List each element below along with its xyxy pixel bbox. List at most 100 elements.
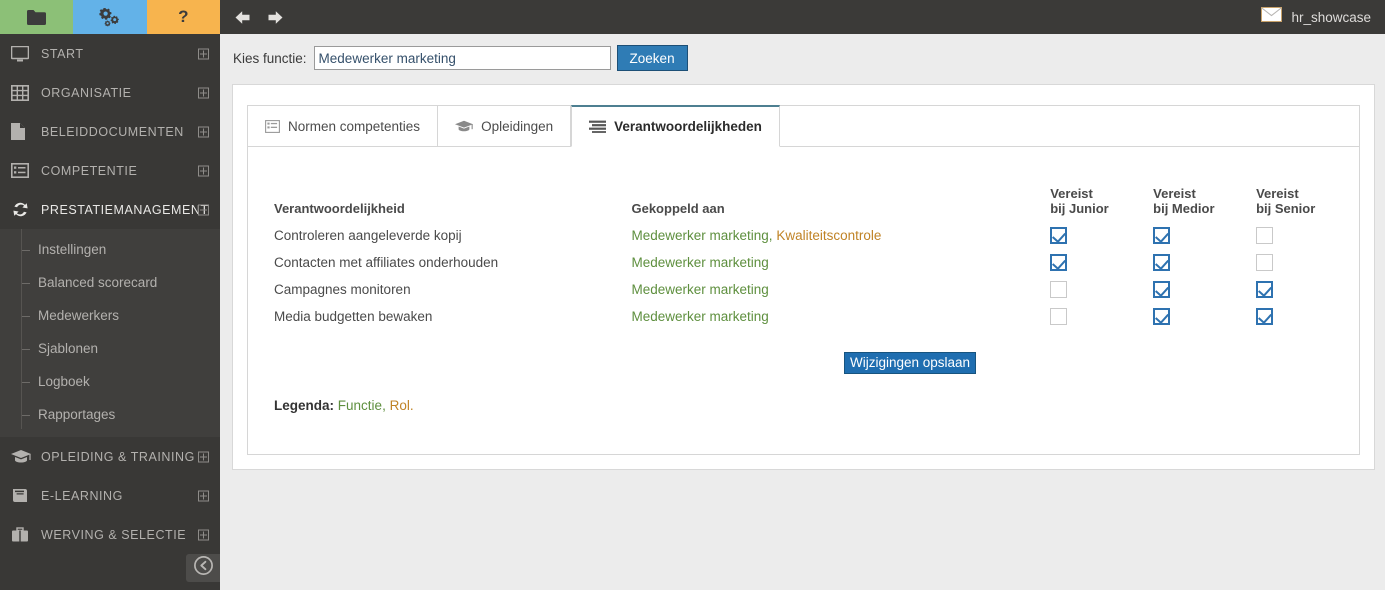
table-row: Contacten met affiliates onderhouden Mede… bbox=[248, 249, 1359, 276]
linked-functie[interactable]: Medewerker marketing bbox=[631, 282, 768, 297]
sidebar-item-label: COMPETENTIE bbox=[41, 163, 138, 178]
save-changes-button[interactable]: Wijzigingen opslaan bbox=[844, 352, 977, 374]
cell-junior bbox=[1050, 303, 1153, 330]
cell-responsibility: Media budgetten bewaken bbox=[274, 309, 433, 324]
sidebar-item-start[interactable]: START bbox=[0, 34, 220, 73]
linked-functie[interactable]: Medewerker marketing bbox=[631, 255, 768, 270]
kies-functie-label: Kies functie: bbox=[233, 50, 307, 66]
arrow-left-icon[interactable] bbox=[234, 10, 254, 25]
cell-senior bbox=[1256, 276, 1359, 303]
expand-icon[interactable] bbox=[198, 451, 209, 462]
graduation-icon bbox=[11, 446, 37, 468]
sidebar-item-beleiddocumenten[interactable]: BELEIDDOCUMENTEN bbox=[0, 112, 220, 151]
sidebar-subitem-instellingen[interactable]: Instellingen bbox=[0, 233, 220, 266]
sidebar-item-label: WERVING & SELECTIE bbox=[41, 527, 187, 542]
quick-button-help[interactable]: ? bbox=[146, 0, 220, 34]
cell-medior bbox=[1153, 222, 1256, 249]
sidebar-subitem-medewerkers[interactable]: Medewerkers bbox=[0, 299, 220, 332]
topbar: hr_showcase bbox=[220, 0, 1385, 34]
arrow-right-icon[interactable] bbox=[264, 10, 284, 25]
sidebar-subitem-label: Medewerkers bbox=[38, 308, 120, 323]
content-card: Normen competenties Opleidingen Verantwo… bbox=[232, 84, 1375, 470]
quick-button-folder[interactable] bbox=[0, 0, 74, 34]
legend: Legenda: Functie, Rol. bbox=[248, 374, 1359, 413]
col-header-junior-line2: bij Junior bbox=[1050, 201, 1109, 216]
tab-normen-competenties[interactable]: Normen competenties bbox=[248, 106, 439, 146]
tab-strip: Normen competenties Opleidingen Verantwo… bbox=[248, 105, 1359, 147]
sidebar-subitem-label: Instellingen bbox=[38, 242, 107, 257]
table-row: Campagnes monitoren Medewerker marketing bbox=[248, 276, 1359, 303]
col-header-senior: Vereist bij Senior bbox=[1256, 147, 1359, 222]
collapse-left-icon bbox=[193, 556, 213, 580]
sidebar-collapse-button[interactable] bbox=[186, 554, 220, 582]
legend-separator: , bbox=[382, 398, 390, 413]
sidebar-submenu: Instellingen Balanced scorecard Medewerk… bbox=[0, 229, 220, 437]
cell-responsibility: Contacten met affiliates onderhouden bbox=[274, 255, 499, 270]
cell-senior bbox=[1256, 303, 1359, 330]
col-header-responsibility: Verantwoordelijkheid bbox=[274, 201, 405, 216]
sidebar-subitem-logboek[interactable]: Logboek bbox=[0, 365, 220, 398]
sidebar-subitem-rapportages[interactable]: Rapportages bbox=[0, 398, 220, 431]
checkbox-medior[interactable] bbox=[1153, 281, 1171, 298]
grid-icon bbox=[11, 82, 37, 104]
quick-button-settings[interactable] bbox=[73, 0, 147, 34]
tab-panel: Normen competenties Opleidingen Verantwo… bbox=[247, 105, 1360, 455]
sidebar-item-competentie[interactable]: COMPETENTIE bbox=[0, 151, 220, 190]
list-lines-icon bbox=[265, 119, 280, 133]
checkbox-medior[interactable] bbox=[1153, 308, 1171, 325]
sidebar-item-label: OPLEIDING & TRAINING bbox=[41, 449, 195, 464]
legend-title: Legenda: bbox=[274, 398, 335, 413]
linked-rol[interactable]: Kwaliteitscontrole bbox=[776, 228, 881, 243]
envelope-icon[interactable] bbox=[1261, 7, 1283, 27]
legend-end: . bbox=[409, 398, 414, 413]
checkbox-junior[interactable] bbox=[1050, 254, 1068, 271]
sidebar-item-prestatiemanagement[interactable]: PRESTATIEMANAGEMENT bbox=[0, 190, 220, 229]
table-row: Controleren aangeleverde kopij Medewerker… bbox=[248, 222, 1359, 249]
sidebar-subitem-balanced-scorecard[interactable]: Balanced scorecard bbox=[0, 266, 220, 299]
zoeken-button[interactable]: Zoeken bbox=[616, 45, 688, 71]
sidebar-item-organisatie[interactable]: ORGANISATIE bbox=[0, 73, 220, 112]
checkbox-junior[interactable] bbox=[1050, 281, 1068, 298]
checkbox-senior[interactable] bbox=[1256, 308, 1274, 325]
linked-functie[interactable]: Medewerker marketing bbox=[631, 309, 768, 324]
help-icon: ? bbox=[178, 7, 189, 26]
checkbox-senior[interactable] bbox=[1256, 254, 1274, 271]
sidebar-subitem-label: Sjablonen bbox=[38, 341, 99, 356]
checkbox-senior[interactable] bbox=[1256, 281, 1274, 298]
sidebar-item-werving-selectie[interactable]: WERVING & SELECTIE bbox=[0, 515, 220, 554]
cell-senior bbox=[1256, 249, 1359, 276]
col-header-senior-line2: bij Senior bbox=[1256, 201, 1316, 216]
expand-icon[interactable] bbox=[198, 87, 209, 98]
topbar-user-area: hr_showcase bbox=[1261, 7, 1385, 27]
cell-linked: Medewerker marketing bbox=[631, 249, 1050, 276]
briefcase-icon bbox=[11, 524, 37, 546]
cell-junior bbox=[1050, 222, 1153, 249]
sidebar-subitem-sjablonen[interactable]: Sjablonen bbox=[0, 332, 220, 365]
sidebar: ? START ORGANISATIE BELEIDDOCUMENTEN COM… bbox=[0, 0, 220, 590]
tab-opleidingen[interactable]: Opleidingen bbox=[438, 106, 572, 146]
hamburger-bars-icon bbox=[589, 120, 607, 133]
checkbox-medior[interactable] bbox=[1153, 227, 1171, 244]
sidebar-item-opleiding-training[interactable]: OPLEIDING & TRAINING bbox=[0, 437, 220, 476]
expand-icon[interactable] bbox=[198, 126, 209, 137]
linked-functie[interactable]: Medewerker marketing bbox=[631, 228, 768, 243]
functie-search-input[interactable] bbox=[313, 46, 611, 70]
expand-icon[interactable] bbox=[198, 165, 209, 176]
checkbox-medior[interactable] bbox=[1153, 254, 1171, 271]
sidebar-item-label: PRESTATIEMANAGEMENT bbox=[41, 202, 209, 217]
graduation-icon bbox=[455, 120, 474, 133]
book-icon bbox=[11, 485, 37, 507]
checkbox-senior[interactable] bbox=[1256, 227, 1274, 244]
expand-icon[interactable] bbox=[198, 48, 209, 59]
sidebar-subitem-label: Logboek bbox=[38, 374, 90, 389]
checkbox-junior[interactable] bbox=[1050, 308, 1068, 325]
expand-icon[interactable] bbox=[198, 490, 209, 501]
monitor-icon bbox=[11, 43, 37, 65]
sidebar-item-e-learning[interactable]: E-LEARNING bbox=[0, 476, 220, 515]
cell-junior bbox=[1050, 276, 1153, 303]
collapse-icon[interactable] bbox=[198, 204, 209, 215]
checkbox-junior[interactable] bbox=[1050, 227, 1068, 244]
tab-label: Verantwoordelijkheden bbox=[614, 119, 762, 134]
tab-verantwoordelijkheden[interactable]: Verantwoordelijkheden bbox=[571, 105, 780, 147]
expand-icon[interactable] bbox=[198, 529, 209, 540]
